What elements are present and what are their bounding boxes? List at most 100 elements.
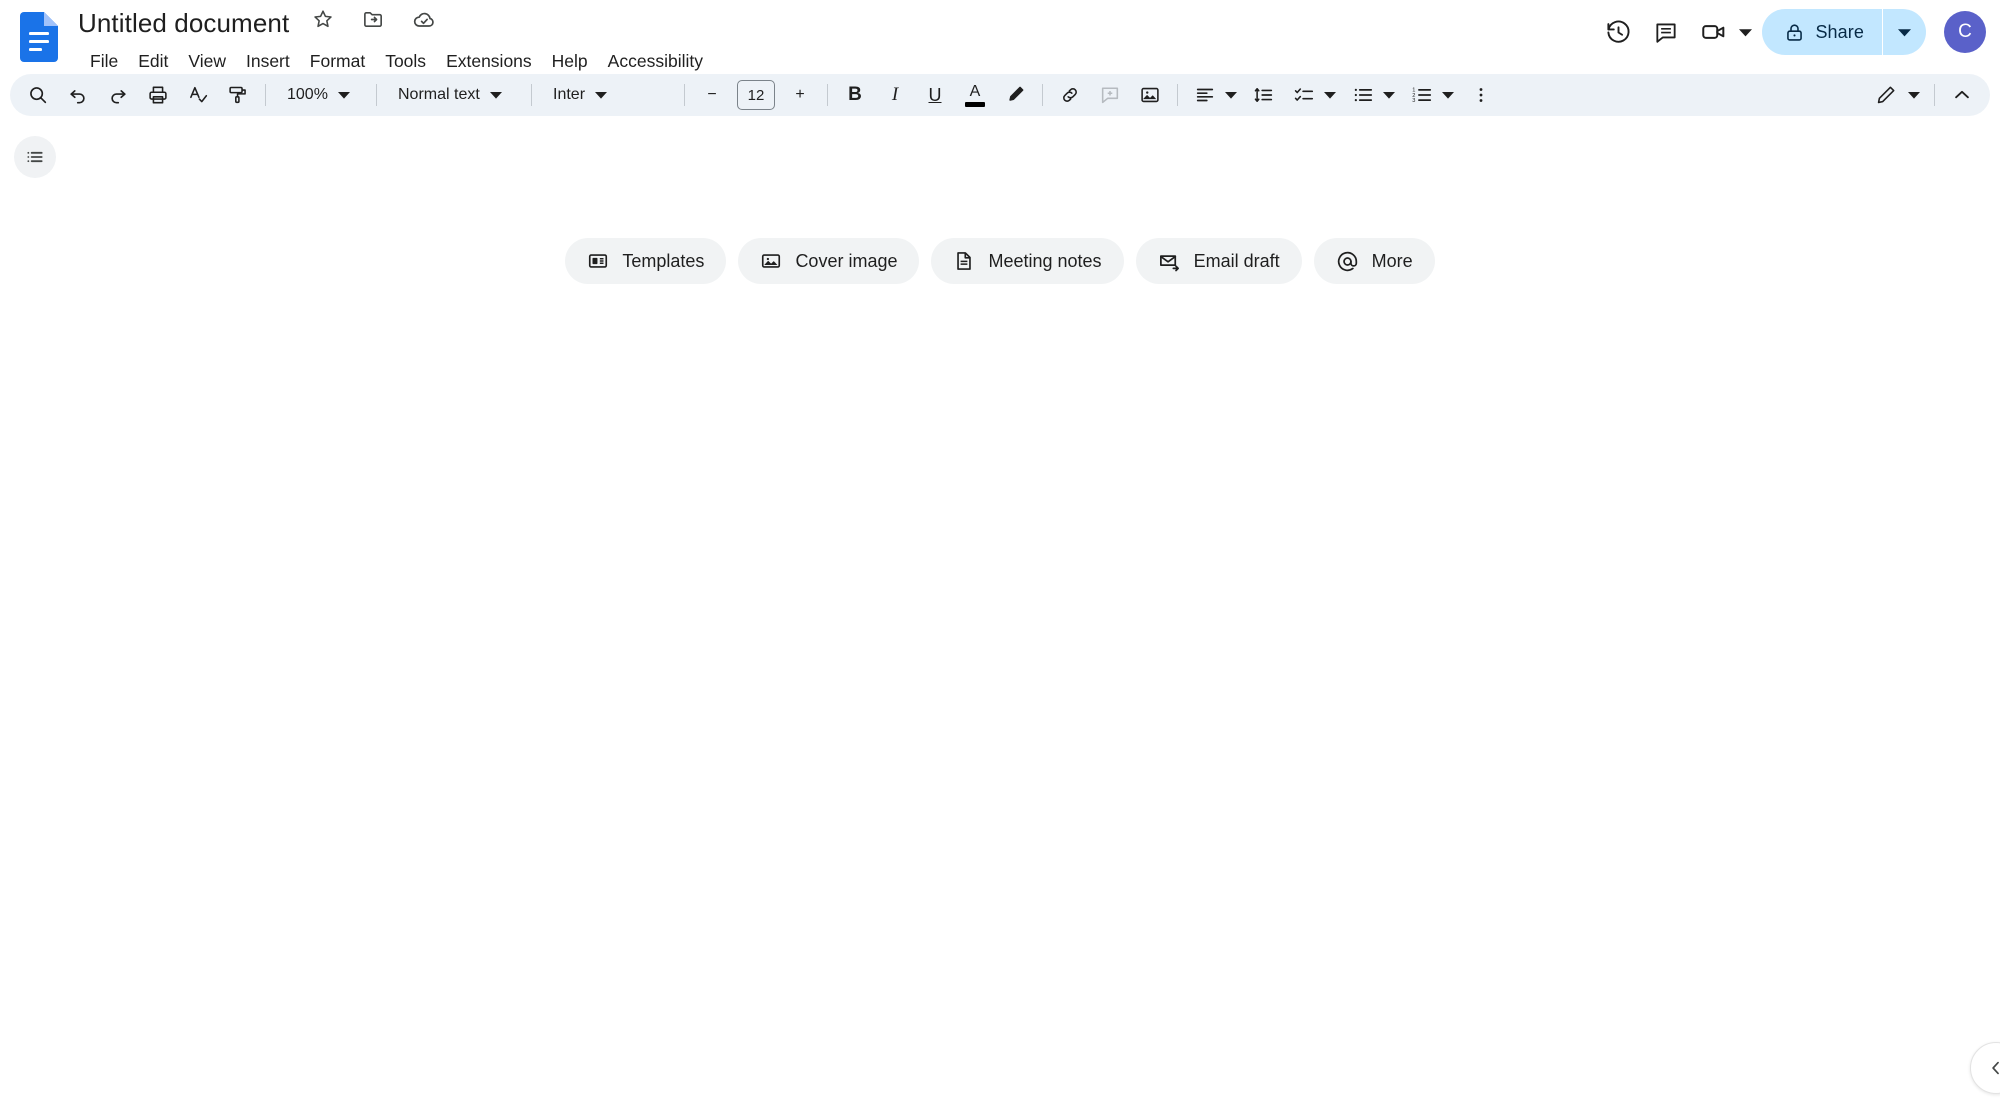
toolbar-divider [684,84,685,106]
font-family-value: Inter [553,86,586,103]
chip-cover-image[interactable]: Cover image [738,238,920,284]
document-title[interactable]: Untitled document [78,8,289,38]
underline-label: U [928,84,942,105]
italic-button[interactable]: I [878,78,912,112]
svg-text:3: 3 [1412,98,1415,104]
text-color-label: A [969,82,981,100]
app-header: Untitled document File Edit View Insert … [0,0,2000,78]
header-actions: Share C [1594,8,1986,56]
text-color-swatch [965,101,985,107]
chip-label: Templates [622,250,705,271]
chip-label: Cover image [795,250,898,271]
chip-meeting-notes[interactable]: Meeting notes [931,238,1124,284]
share-label: Share [1815,21,1864,42]
zoom-selector[interactable]: 100% [275,78,367,112]
toolbar-divider [827,84,828,106]
menu-file[interactable]: File [80,48,128,74]
title-block: Untitled document [78,8,455,38]
insert-link-icon[interactable] [1053,78,1087,112]
templates-icon [587,250,609,272]
toolbar-divider [531,84,532,106]
chip-templates[interactable]: Templates [565,238,727,284]
decrease-font-size-button[interactable]: − [695,78,729,112]
chip-label: Email draft [1193,250,1280,271]
font-family-selector[interactable]: Inter [541,78,675,112]
cloud-saved-icon[interactable] [409,8,439,38]
editing-mode-pencil-icon[interactable] [1869,78,1903,112]
formatting-toolbar: 100% Normal text Inter − 12 + B I U A 1 … [10,74,1990,116]
undo-icon[interactable] [61,78,95,112]
document-canvas[interactable] [0,300,2000,1114]
share-button[interactable]: Share [1762,9,1882,55]
numbered-list-chevron-down-icon[interactable] [1438,78,1458,112]
meet-camera-icon[interactable] [1690,8,1738,56]
menu-format[interactable]: Format [300,48,375,74]
spellcheck-icon[interactable] [181,78,215,112]
move-to-folder-icon[interactable] [358,8,388,38]
meet-chevron-down-icon[interactable] [1736,23,1754,41]
highlight-color-icon[interactable] [998,78,1032,112]
share-dropdown-button[interactable] [1882,9,1926,55]
bold-button[interactable]: B [838,78,872,112]
redo-icon[interactable] [101,78,135,112]
avatar[interactable]: C [1944,11,1986,53]
document-outline-button[interactable] [14,136,56,178]
checklist-icon[interactable] [1287,78,1321,112]
font-size-input[interactable]: 12 [737,80,775,110]
smart-chip-row: Templates Cover image Meeting notes Emai… [0,238,2000,284]
menu-view[interactable]: View [178,48,236,74]
italic-label: I [891,84,899,105]
lock-icon [1784,22,1805,43]
bulleted-list-chevron-down-icon[interactable] [1379,78,1399,112]
checklist-chevron-down-icon[interactable] [1320,78,1340,112]
google-docs-window: Untitled document File Edit View Insert … [0,0,2000,1114]
version-history-icon[interactable] [1594,8,1642,56]
menu-insert[interactable]: Insert [236,48,300,74]
chip-label: More [1371,250,1413,271]
search-icon[interactable] [21,78,55,112]
document-icon [953,250,975,272]
menu-accessibility[interactable]: Accessibility [598,48,713,74]
align-icon[interactable] [1188,78,1222,112]
line-spacing-icon[interactable] [1247,78,1281,112]
meet-control-group [1690,8,1754,56]
image-icon [760,250,782,272]
menu-help[interactable]: Help [542,48,598,74]
menu-tools[interactable]: Tools [375,48,436,74]
google-docs-icon[interactable] [20,12,58,62]
text-color-button[interactable]: A [958,78,992,112]
more-options-icon[interactable] [1464,78,1498,112]
underline-button[interactable]: U [918,78,952,112]
decrease-font-size-label: − [707,86,717,103]
toolbar-right-group [1866,78,1982,112]
chip-more[interactable]: More [1313,238,1435,284]
chevron-down-icon [595,89,608,101]
print-icon[interactable] [141,78,175,112]
chip-email-draft[interactable]: Email draft [1135,238,1302,284]
toolbar-divider [1934,84,1935,106]
toolbar-divider [1177,84,1178,106]
add-comment-icon[interactable] [1093,78,1127,112]
align-chevron-down-icon[interactable] [1221,78,1241,112]
toolbar-divider [1042,84,1043,106]
paragraph-style-selector[interactable]: Normal text [386,78,522,112]
increase-font-size-label: + [795,86,805,103]
chevron-down-icon [337,89,350,101]
paragraph-style-value: Normal text [398,86,480,103]
paint-format-icon[interactable] [221,78,255,112]
bulleted-list-icon[interactable] [1346,78,1380,112]
at-mention-icon [1336,250,1359,273]
star-icon[interactable] [308,8,338,38]
comment-history-icon[interactable] [1642,8,1690,56]
insert-image-icon[interactable] [1133,78,1167,112]
collapse-toolbar-chevron-up-icon[interactable] [1945,78,1979,112]
toolbar-divider [376,84,377,106]
numbered-list-icon[interactable]: 1 2 3 [1405,78,1439,112]
toolbar-divider [265,84,266,106]
chevron-down-icon [489,89,502,101]
chip-label: Meeting notes [988,250,1102,271]
menu-extensions[interactable]: Extensions [436,48,542,74]
editing-mode-chevron-down-icon[interactable] [1904,78,1924,112]
increase-font-size-button[interactable]: + [783,78,817,112]
menu-edit[interactable]: Edit [128,48,178,74]
